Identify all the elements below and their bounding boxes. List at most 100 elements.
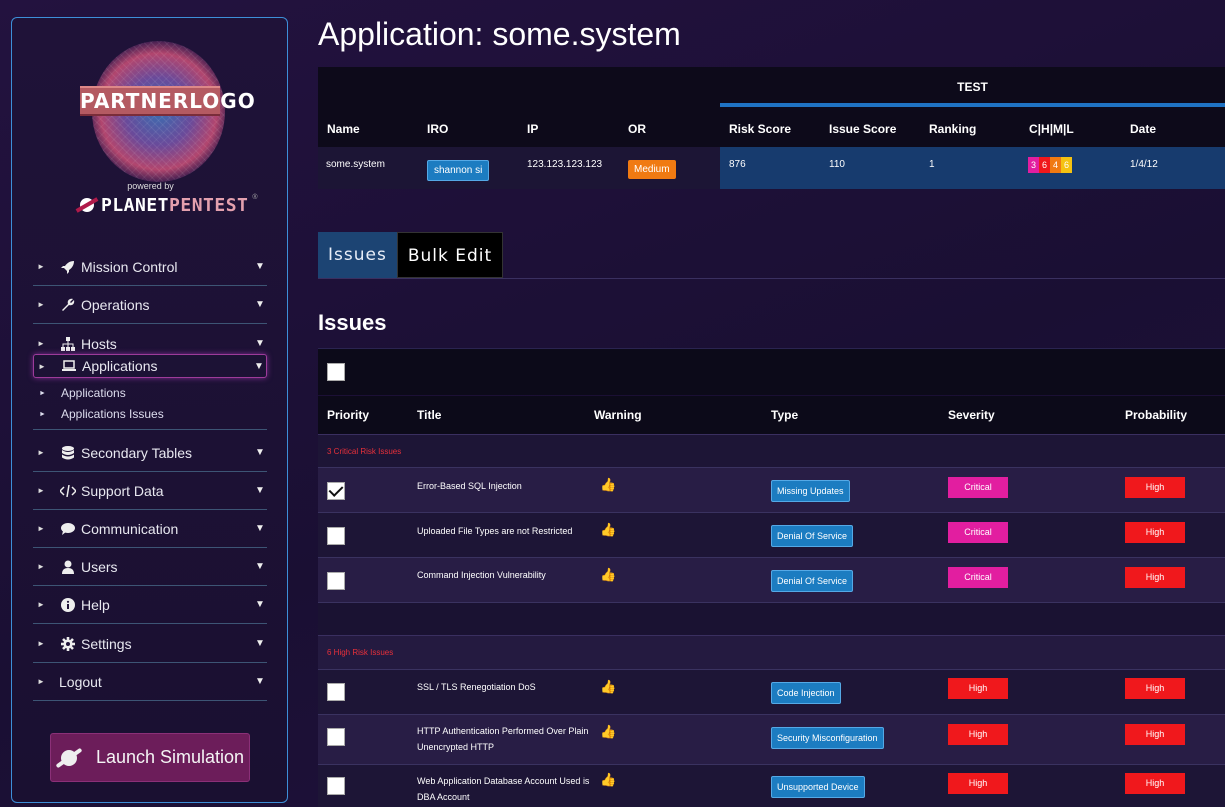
bullet-arrow-icon: ► [39,410,46,418]
nav-item-mission-control[interactable]: ► Mission Control ▼ [33,248,267,286]
sub-item-applications[interactable]: ► Applications [39,386,126,400]
iro-value: shannon si [427,160,490,181]
row-checkbox[interactable] [327,683,345,701]
nav-item-applications[interactable]: ► Applications ▼ [33,354,267,378]
row-checkbox[interactable] [327,482,345,500]
nav-label: Applications [82,358,158,374]
probability-badge: High [1125,567,1185,588]
nav-label: Users [81,558,118,575]
nav-label: Support Data [81,482,164,499]
tab-bulk-edit[interactable]: Bulk Edit [396,232,504,278]
sub-item-applications-issues[interactable]: ► Applications Issues [39,407,164,421]
column-header-ranking: Ranking [929,122,977,136]
nav-label: Help [81,596,110,613]
issue-title[interactable]: Uploaded File Types are not Restricted [417,523,592,539]
planet-icon [56,745,82,771]
nav-item-support-data[interactable]: ► Support Data ▼ [33,472,267,510]
launch-label: Launch Simulation [95,747,245,767]
chevron-down-icon: ▼ [255,676,265,687]
thumbs-up-icon: 👍 [600,772,617,787]
severity-badge: High [948,724,1008,745]
column-header-warning: Warning [594,408,642,422]
chevron-down-icon: ▼ [255,447,265,458]
sitemap-icon [57,336,79,351]
table-row[interactable]: Uploaded File Types are not Restricted 👍… [318,512,1225,557]
nav-item-operations[interactable]: ► Operations ▼ [33,286,267,324]
chevron-down-icon: ▼ [255,299,265,310]
column-header-or: OR [628,122,646,136]
expand-arrow-icon: ► [37,448,45,457]
chevron-down-icon: ▼ [254,360,264,372]
or-badge: Medium [628,160,676,179]
probability-badge: High [1125,678,1185,699]
chat-icon [57,522,79,535]
severity-badge: Critical [948,567,1008,588]
table-row[interactable]: Web Application Database Account Used is… [318,764,1225,807]
bullet-arrow-icon: ► [39,389,46,397]
chml-counts: 3 6 4 6 [1028,157,1072,173]
type-badge: Missing Updates [771,480,850,502]
table-row[interactable]: Error-Based SQL Injection 👍 Missing Upda… [318,467,1225,512]
nav-label: Settings [81,635,132,652]
nav-item-settings[interactable]: ► Settings ▼ [33,625,267,663]
app-name: some.system [326,159,385,170]
issue-title[interactable]: Error-Based SQL Injection [417,478,592,494]
table-row[interactable]: HTTP Authentication Performed Over Plain… [318,714,1225,764]
code-icon [57,484,79,497]
type-badge: Unsupported Device [771,776,865,798]
divider [33,429,267,430]
probability-badge: High [1125,724,1185,745]
probability-badge: High [1125,522,1185,543]
launch-simulation-button[interactable]: Launch Simulation [50,733,250,782]
wrench-icon [57,298,79,312]
sidebar: PARTNERLOGO powered by PLANETPENTEST ® ►… [11,17,288,803]
column-header-severity: Severity [948,408,995,422]
expand-arrow-icon: ► [37,262,45,271]
type-badge: Code Injection [771,682,841,704]
nav-label: Operations [81,296,150,313]
partner-logo: PARTNERLOGO [80,86,255,116]
chevron-down-icon: ▼ [255,638,265,649]
nav-item-users[interactable]: ► Users ▼ [33,548,267,586]
column-header-name: Name [327,122,360,136]
low-count: 6 [1061,157,1072,173]
test-group-header: TEST [720,67,1225,107]
column-header-type: Type [771,408,799,422]
column-header-probability: Probability [1125,408,1188,422]
gear-icon [57,636,79,651]
powered-by-label: powered by [127,181,174,191]
severity-badge: High [948,773,1008,794]
severity-badge: Critical [948,477,1008,498]
rocket-icon [57,260,79,274]
row-checkbox[interactable] [327,728,345,746]
nav-item-secondary-tables[interactable]: ► Secondary Tables ▼ [33,434,267,472]
nav-item-help[interactable]: ► Help ▼ [33,586,267,624]
nav-label: Communication [81,520,179,537]
tab-bar: Issues Bulk Edit [318,232,504,278]
issue-title[interactable]: SSL / TLS Renegotiation DoS [417,679,592,695]
nav-item-communication[interactable]: ► Communication ▼ [33,510,267,548]
tab-issues[interactable]: Issues [318,232,397,278]
nav-item-logout[interactable]: ► Logout ▼ [33,663,267,701]
issue-title[interactable]: Web Application Database Account Used is… [417,773,592,805]
ip-value: 123.123.123.123 [527,159,603,170]
row-checkbox[interactable] [327,572,345,590]
divider [318,278,1225,279]
issue-title[interactable]: Command Injection Vulnerability [417,567,592,583]
issue-title[interactable]: HTTP Authentication Performed Over Plain… [417,723,592,755]
group-row-critical: 3 Critical Risk Issues [318,434,1225,467]
thumbs-up-icon: 👍 [600,567,617,582]
bulk-select-bar [318,348,1225,395]
iro-badge[interactable]: shannon si [427,160,490,181]
table-row[interactable]: SSL / TLS Renegotiation DoS 👍 Code Injec… [318,669,1225,714]
high-count: 6 [1039,157,1050,173]
select-all-checkbox[interactable] [327,363,345,381]
table-row[interactable]: Command Injection Vulnerability 👍 Denial… [318,557,1225,602]
group-label: 6 High Risk Issues [327,648,394,657]
thumbs-up-icon: 👍 [600,522,617,537]
row-checkbox[interactable] [327,777,345,795]
row-checkbox[interactable] [327,527,345,545]
probability-badge: High [1125,773,1185,794]
column-header-chml: C|H|M|L [1029,122,1074,136]
page-title: Application: some.system [318,16,681,52]
